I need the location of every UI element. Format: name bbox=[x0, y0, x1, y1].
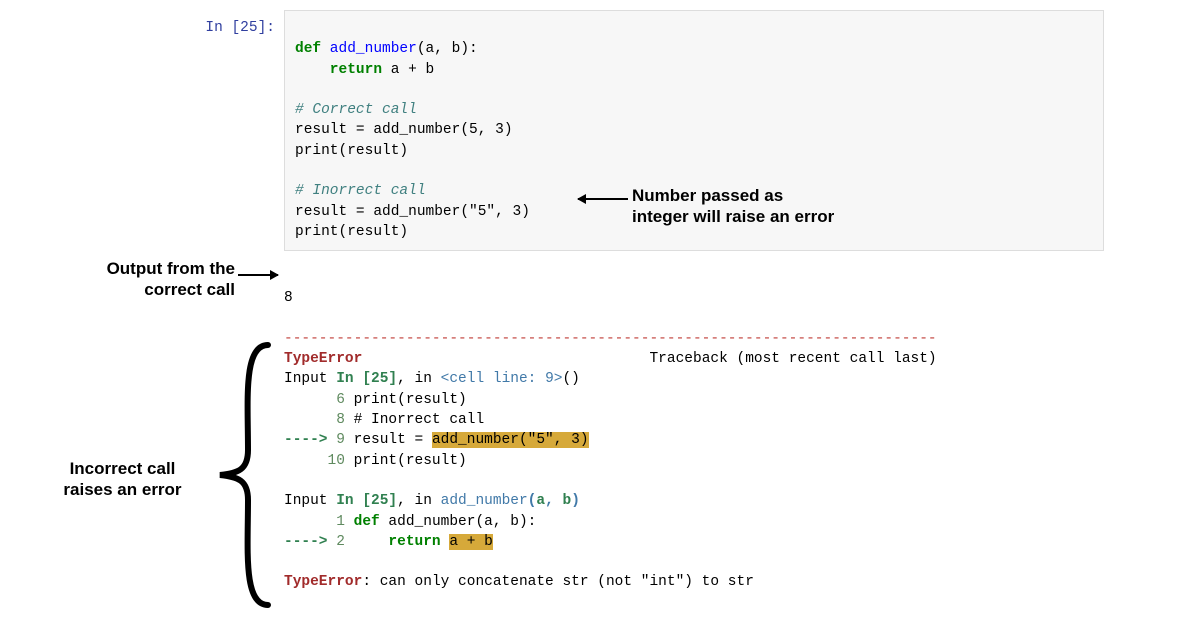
code-line-8: print(result) bbox=[295, 224, 408, 240]
output-area: 8 --------------------------------------… bbox=[284, 268, 1104, 593]
tb-func-line-1: 1 def add_number(a, b): bbox=[284, 514, 536, 530]
error-separator: ----------------------------------------… bbox=[284, 331, 937, 347]
tb-line-10: 10 print(result) bbox=[284, 453, 467, 469]
arrow-icon bbox=[578, 198, 628, 200]
code-line-1: def add_number(a, b): bbox=[295, 41, 478, 57]
error-header-row: TypeError Traceback (most recent call la… bbox=[284, 351, 937, 367]
code-comment-correct: # Correct call bbox=[295, 102, 417, 118]
tb-line-8: 8 # Inorrect call bbox=[284, 412, 484, 428]
code-line-7: result = add_number("5", 3) bbox=[295, 204, 530, 220]
brace-icon bbox=[208, 340, 278, 610]
code-line-2: return a + b bbox=[295, 62, 434, 78]
annotation-incorrect-call: Incorrect callraises an error bbox=[45, 458, 200, 501]
traceback-loc-2: Input In [25], in add_number(a, b) bbox=[284, 493, 580, 509]
tb-func-line-2: ----> 2 return a + b bbox=[284, 534, 493, 550]
arrow-icon bbox=[238, 274, 278, 276]
error-name: TypeError bbox=[284, 351, 362, 367]
annotation-number-passed: Number passed asinteger will raise an er… bbox=[632, 185, 882, 228]
tb-line-6: 6 print(result) bbox=[284, 392, 467, 408]
output-correct-result: 8 bbox=[284, 290, 293, 306]
code-line-4: result = add_number(5, 3) bbox=[295, 122, 513, 138]
tb-line-9: ----> 9 result = add_number("5", 3) bbox=[284, 432, 589, 448]
code-comment-incorrect: # Inorrect call bbox=[295, 183, 426, 199]
traceback-loc-1: Input In [25], in <cell line: 9>() bbox=[284, 371, 580, 387]
error-final: TypeError: can only concatenate str (not… bbox=[284, 574, 754, 590]
traceback-label: Traceback (most recent call last) bbox=[649, 351, 936, 367]
annotation-output-correct: Output from the correct call bbox=[75, 258, 235, 301]
input-prompt-label: In [25]: bbox=[175, 18, 275, 38]
code-line-5: print(result) bbox=[295, 143, 408, 159]
